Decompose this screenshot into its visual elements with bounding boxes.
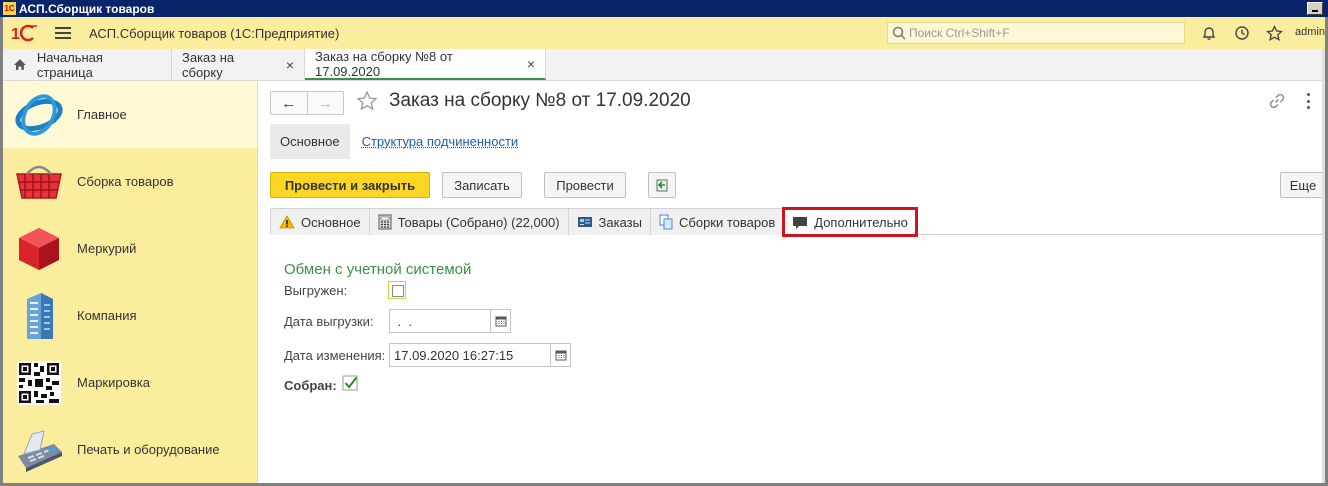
print-button[interactable] [648, 172, 676, 198]
sidebar-item-label: Главное [77, 107, 127, 122]
window-titlebar: 1C АСП.Сборщик товаров [0, 0, 1328, 17]
document-form: ← → Заказ на сборку №8 от 17.09.2020 Осн… [259, 81, 1325, 483]
tab-label: Заказы [598, 214, 642, 230]
sidebar-item-mercury[interactable]: Меркурий [3, 215, 257, 282]
section-main[interactable]: Основное [270, 124, 350, 159]
sidebar-item-label: Маркировка [77, 375, 150, 390]
building-icon [13, 290, 65, 342]
window-tabs: Начальная страница Заказ на сборку × Зак… [3, 49, 1325, 81]
comment-icon [792, 216, 808, 230]
app-window: 1 АСП.Сборщик товаров (1С:Предприятие) П… [3, 17, 1325, 483]
uploaded-checkbox[interactable] [388, 281, 406, 299]
tab-label: Заказ на сборку №8 от 17.09.2020 [315, 48, 453, 79]
change-date-label: Дата изменения: [284, 348, 386, 363]
tab-assemblies[interactable]: Сборки товаров [650, 208, 785, 235]
search-icon [892, 26, 906, 40]
back-arrow-icon[interactable]: ← [271, 92, 308, 114]
link-icon[interactable] [1269, 93, 1285, 112]
tab-orders-list[interactable]: Заказ на сборку × [172, 49, 305, 80]
warning-icon [279, 215, 295, 229]
forward-arrow-icon[interactable]: → [308, 92, 344, 114]
favorite-star-icon[interactable] [356, 90, 378, 115]
app-logo-icon: 1C [3, 2, 16, 15]
more-vertical-icon[interactable] [1307, 93, 1311, 109]
menu-icon[interactable] [55, 27, 71, 39]
upload-date-field[interactable]: . . [389, 309, 511, 333]
document-arrow-icon [656, 179, 668, 192]
sidebar-item-label: Сборка товаров [77, 174, 174, 189]
uploaded-label: Выгружен: [284, 283, 348, 298]
sidebar-item-label: Печать и оборудование [77, 442, 220, 457]
search-placeholder: Поиск Ctrl+Shift+F [909, 26, 1010, 40]
home-icon [13, 59, 26, 70]
tab-label: Дополнительно [814, 215, 908, 230]
tab-goods[interactable]: Товары (Собрано) (22,000) [368, 208, 569, 235]
page-title: Заказ на сборку №8 от 17.09.2020 [389, 90, 691, 111]
post-and-close-button[interactable]: Провести и закрыть [270, 172, 430, 198]
group-title: Обмен с учетной системой [284, 261, 472, 278]
tab-label: Основное [301, 214, 361, 230]
save-button[interactable]: Записать [442, 172, 522, 198]
card-icon [577, 215, 593, 229]
copy-icon [659, 214, 673, 230]
tab-label: Сборки товаров [679, 214, 776, 230]
tab-label: Товары (Собрано) (22,000) [397, 214, 560, 230]
qr-code-icon [13, 357, 65, 409]
calendar-icon[interactable] [550, 344, 570, 366]
sidebar-item-label: Меркурий [77, 241, 137, 256]
basket-icon [13, 156, 65, 208]
subordination-link[interactable]: Структура подчиненности [362, 134, 519, 149]
tab-main[interactable]: Основное [270, 208, 370, 235]
svg-text:1: 1 [11, 26, 20, 42]
sidebar-item-marking[interactable]: Маркировка [3, 349, 257, 416]
user-name[interactable]: admin [1295, 26, 1325, 38]
assembled-checkbox[interactable] [342, 375, 360, 396]
tab-orders[interactable]: Заказы [567, 208, 651, 235]
form-tabs: Основное Товары (Собрано) (22,000) Заказ… [270, 207, 1325, 237]
sidebar-item-print[interactable]: Печать и оборудование [3, 416, 257, 483]
1c-logo-icon: 1 [11, 23, 41, 43]
tab-order-document[interactable]: Заказ на сборку №8 от 17.09.2020 × [305, 49, 546, 80]
tab-label: Заказ на сборку [182, 49, 235, 80]
search-input[interactable]: Поиск Ctrl+Shift+F [887, 22, 1185, 44]
window-title: АСП.Сборщик товаров [19, 1, 155, 16]
main-section-icon [13, 89, 65, 141]
section-tabs: Основное Структура подчиненности [270, 124, 518, 159]
history-icon[interactable] [1233, 24, 1251, 42]
command-bar: Провести и закрыть Записать Провести Еще [270, 172, 1325, 198]
change-date-field[interactable]: 17.09.2020 16:27:15 [389, 343, 571, 367]
tab-home[interactable]: Начальная страница [3, 49, 172, 80]
bell-icon[interactable] [1200, 24, 1218, 42]
scrollbar[interactable] [1322, 49, 1325, 483]
tab-label: Начальная страница [36, 49, 103, 80]
app-header: 1 АСП.Сборщик товаров (1С:Предприятие) П… [3, 17, 1325, 49]
nav-buttons: ← → [270, 91, 344, 115]
cube-icon [13, 223, 65, 275]
close-icon[interactable]: × [527, 56, 535, 72]
calendar-icon[interactable] [490, 310, 510, 332]
close-icon[interactable]: × [286, 57, 294, 73]
app-title: АСП.Сборщик товаров (1С:Предприятие) [89, 25, 340, 41]
sidebar-item-main[interactable]: Главное [3, 81, 257, 148]
sidebar-item-company[interactable]: Компания [3, 282, 257, 349]
sidebar-item-label: Компания [77, 308, 137, 323]
more-button[interactable]: Еще [1280, 172, 1325, 198]
change-date-value: 17.09.2020 16:27:15 [394, 347, 514, 363]
pos-terminal-icon [13, 424, 65, 476]
favorites-star-icon[interactable] [1265, 24, 1283, 42]
minimize-button[interactable] [1307, 2, 1323, 15]
post-button[interactable]: Провести [544, 172, 626, 198]
sidebar-item-assembly[interactable]: Сборка товаров [3, 148, 257, 215]
calculator-icon [378, 214, 392, 230]
assembled-label: Собран: [284, 378, 337, 393]
upload-date-value: . . [394, 313, 413, 329]
tab-additional[interactable]: Дополнительно [782, 207, 918, 237]
sidebar: Главное Сборка товаров Меркурий Компания… [3, 81, 258, 483]
upload-date-label: Дата выгрузки: [284, 314, 374, 329]
